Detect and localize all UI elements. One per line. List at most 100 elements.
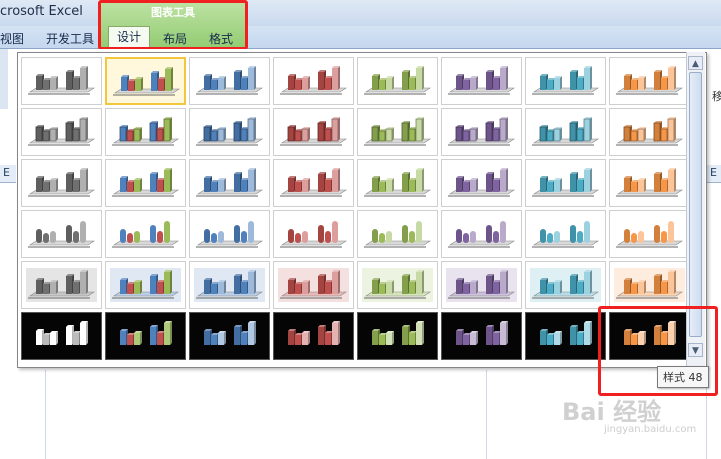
chart-style-23[interactable]: [525, 159, 606, 207]
preview-bar: [128, 81, 134, 91]
chart-style-19[interactable]: [189, 159, 270, 207]
chart-style-13[interactable]: [357, 108, 438, 156]
preview-bar: [203, 126, 211, 142]
chart-style-45[interactable]: [357, 312, 438, 360]
preview-bar: [379, 80, 385, 90]
scroll-up-button[interactable]: ▲: [688, 56, 703, 70]
chart-style-21[interactable]: [357, 159, 438, 207]
chart-style-33[interactable]: [21, 261, 102, 309]
chart-style-25[interactable]: [21, 210, 102, 258]
tab-developer[interactable]: 开发工具: [46, 30, 94, 47]
chart-style-34[interactable]: [105, 261, 186, 309]
preview-bar: [379, 335, 385, 345]
chart-style-7[interactable]: [525, 57, 606, 105]
chart-style-35[interactable]: [189, 261, 270, 309]
chart-style-39[interactable]: [525, 261, 606, 309]
chart-style-18[interactable]: [105, 159, 186, 207]
chart-style-31[interactable]: [525, 210, 606, 258]
chart-style-40[interactable]: [609, 261, 690, 309]
preview-bar: [35, 126, 43, 142]
chart-style-preview-icon: [280, 168, 347, 197]
column-letter-left: E: [3, 166, 10, 179]
preview-bar-side: [506, 66, 508, 90]
preview-bar: [325, 282, 331, 294]
chart-style-29[interactable]: [357, 210, 438, 258]
chart-style-10[interactable]: [105, 108, 186, 156]
preview-bar: [409, 180, 415, 192]
preview-bar: [158, 79, 164, 91]
chart-style-15[interactable]: [525, 108, 606, 156]
preview-bar: [631, 80, 637, 90]
chart-style-14[interactable]: [441, 108, 522, 156]
chart-style-12[interactable]: [273, 108, 354, 156]
scroll-thumb[interactable]: [689, 72, 702, 337]
preview-bar: [631, 233, 637, 243]
chart-style-36[interactable]: [273, 261, 354, 309]
preview-bar: [624, 280, 630, 294]
chart-style-44[interactable]: [273, 312, 354, 360]
preview-bar: [324, 128, 332, 142]
chart-style-11[interactable]: [189, 108, 270, 156]
chart-style-41[interactable]: [21, 312, 102, 360]
preview-bar: [539, 126, 547, 142]
chart-style-28[interactable]: [273, 210, 354, 258]
chart-style-5[interactable]: [357, 57, 438, 105]
preview-bar: [631, 284, 637, 294]
chart-style-46[interactable]: [441, 312, 522, 360]
chart-style-17[interactable]: [21, 159, 102, 207]
preview-bar: [248, 221, 254, 243]
chart-style-8[interactable]: [609, 57, 690, 105]
preview-bar: [325, 180, 331, 192]
chart-style-37[interactable]: [357, 261, 438, 309]
preview-bar: [372, 178, 378, 192]
preview-bar: [623, 126, 631, 142]
preview-bar: [416, 170, 422, 192]
chart-style-3[interactable]: [189, 57, 270, 105]
chart-style-22[interactable]: [441, 159, 522, 207]
preview-bar-side: [86, 66, 88, 90]
preview-bar: [570, 174, 576, 192]
chart-style-16[interactable]: [609, 108, 690, 156]
chart-style-preview-icon: [280, 117, 347, 146]
chart-style-preview-icon: [364, 221, 431, 248]
chart-style-32[interactable]: [609, 210, 690, 258]
preview-bar: [379, 182, 385, 192]
chart-style-2[interactable]: [105, 57, 186, 105]
chart-style-6[interactable]: [441, 57, 522, 105]
chart-style-30[interactable]: [441, 210, 522, 258]
chart-style-preview-icon: [196, 66, 263, 95]
chart-style-4[interactable]: [273, 57, 354, 105]
chart-style-preview-icon: [532, 66, 599, 95]
chart-style-26[interactable]: [105, 210, 186, 258]
chart-style-9[interactable]: [21, 108, 102, 156]
chart-style-20[interactable]: [273, 159, 354, 207]
preview-bar-side: [560, 76, 562, 90]
preview-bar-side: [392, 178, 394, 192]
preview-bar: [120, 280, 126, 294]
preview-bar: [204, 178, 210, 192]
chart-style-38[interactable]: [441, 261, 522, 309]
preview-bar: [42, 130, 50, 142]
chart-style-preview-icon: [540, 321, 592, 345]
chart-style-27[interactable]: [189, 210, 270, 258]
preview-bar: [157, 282, 163, 294]
preview-bar: [151, 73, 157, 91]
chart-style-preview-icon: [456, 321, 508, 345]
preview-bar: [157, 231, 163, 243]
preview-bar-side: [170, 168, 172, 192]
preview-bar: [294, 130, 302, 142]
preview-bar-side: [224, 280, 226, 294]
chart-style-preview-icon: [616, 117, 683, 146]
preview-bar: [402, 327, 408, 345]
chart-style-47[interactable]: [525, 312, 606, 360]
preview-bar: [492, 128, 500, 142]
chart-style-43[interactable]: [189, 312, 270, 360]
chart-style-24[interactable]: [609, 159, 690, 207]
preview-bar: [386, 282, 392, 294]
chart-style-preview-icon: [532, 168, 599, 197]
chart-style-42[interactable]: [105, 312, 186, 360]
tab-view[interactable]: 视图: [0, 30, 24, 47]
chart-style-1[interactable]: [21, 57, 102, 105]
preview-bar: [402, 225, 408, 243]
preview-bar: [570, 276, 576, 294]
